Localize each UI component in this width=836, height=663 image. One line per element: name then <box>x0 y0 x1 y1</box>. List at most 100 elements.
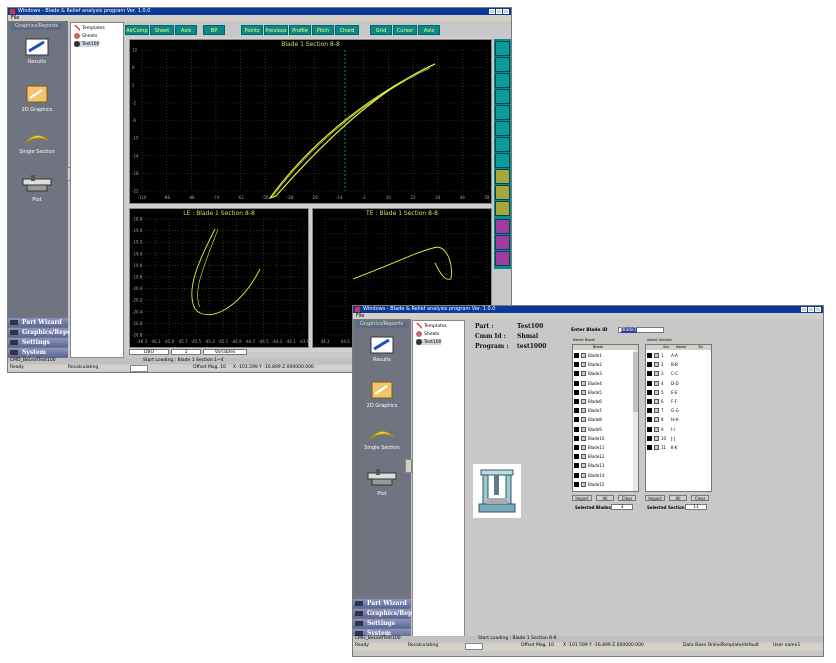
tool-reset-icon[interactable] <box>495 251 510 266</box>
section-row[interactable]: 7 G-G <box>647 406 679 415</box>
close-button[interactable] <box>815 307 821 312</box>
blade-checkbox[interactable] <box>574 426 579 432</box>
blade-row[interactable]: Blade11 <box>574 443 604 452</box>
toolbar-grid-button[interactable]: Grid <box>370 25 392 35</box>
section-checkbox[interactable] <box>647 380 652 386</box>
blade-row[interactable]: Blade6 <box>574 397 602 406</box>
section-import-button[interactable]: Import <box>645 495 665 501</box>
blade-checkbox[interactable] <box>574 380 579 386</box>
tree-item-sheets[interactable]: Sheets <box>74 33 97 39</box>
blade-checkbox[interactable] <box>574 472 579 478</box>
sidebar-bar-graphics-reports[interactable]: Graphics/Reports <box>353 609 426 618</box>
blade-list[interactable]: Blade Blade1 Blade2 Blade3 Blade4 Blade5 Blad… <box>572 344 639 492</box>
section-row[interactable]: 5 E-E <box>647 388 678 397</box>
section-row[interactable]: 3 C-C <box>647 369 678 378</box>
section-row[interactable]: 8 H-H <box>647 415 678 424</box>
section-row[interactable]: 2 B-B <box>647 360 678 369</box>
tool-pan-icon[interactable] <box>495 235 510 250</box>
blade-row[interactable]: Blade4 <box>574 379 602 388</box>
sidebar-item-2d-graphics[interactable]: 2D Graphics <box>358 379 406 409</box>
blade-row[interactable]: Blade9 <box>574 425 602 434</box>
section-row[interactable]: 4 D-D <box>647 379 679 388</box>
blade-checkbox[interactable] <box>574 481 579 487</box>
section-checkbox[interactable] <box>647 417 652 423</box>
section-clear-button[interactable]: Clear <box>691 495 709 501</box>
section-row[interactable]: 1 A-A <box>647 351 678 360</box>
toolbar-sheet-button[interactable]: Sheet <box>150 25 174 35</box>
sidebar-item-single-section[interactable]: Single Section <box>358 425 406 451</box>
blade-row[interactable]: Blade1 <box>574 351 602 360</box>
tree-item-test100[interactable]: Test100 <box>74 41 100 47</box>
toolbar-aircomp-button[interactable]: AirComp <box>125 25 149 35</box>
blade-checkbox[interactable] <box>574 399 579 404</box>
sidebar-collapse-handle[interactable] <box>405 459 412 473</box>
footer-field-variables[interactable]: Variables <box>203 349 247 355</box>
section-all-button[interactable]: All <box>669 495 687 501</box>
tree-item-test100[interactable]: Test100 <box>416 339 442 345</box>
close-button[interactable] <box>503 9 509 14</box>
sidebar-bar-settings[interactable]: Settings <box>8 338 68 347</box>
minimize-button[interactable] <box>801 307 807 312</box>
tool-measure-icon[interactable] <box>495 137 510 152</box>
section-checkbox[interactable] <box>647 362 652 368</box>
blade-checkbox[interactable] <box>574 408 579 414</box>
blade-checkbox[interactable] <box>574 417 579 423</box>
tool-angle-icon[interactable] <box>495 121 510 136</box>
blade-checkbox[interactable] <box>574 353 579 358</box>
sidebar-item-2d-graphics[interactable]: 2D Graphics <box>13 83 61 113</box>
toolbar-points-button[interactable]: Points <box>241 25 263 35</box>
blade-row[interactable]: Blade8 <box>574 415 602 424</box>
sidebar-header[interactable]: Graphics/Reports <box>11 23 62 30</box>
blade-import-button[interactable]: Import <box>572 495 592 501</box>
sidebar-item-results[interactable]: Results <box>358 335 406 363</box>
tool-cross-icon[interactable] <box>495 89 510 104</box>
sidebar-item-plot[interactable]: Plot <box>358 467 406 497</box>
sidebar-bar-part-wizard[interactable]: Part Wizard <box>353 599 411 608</box>
section-row[interactable]: 10 J-J <box>647 434 675 443</box>
enter-blade-input[interactable]: Blade1 <box>618 327 664 333</box>
blade-row[interactable]: Blade14 <box>574 471 604 480</box>
scroll-thumb[interactable] <box>633 352 638 412</box>
sidebar-item-single-section[interactable]: Single Section <box>13 129 61 155</box>
footer-field-index[interactable]: 1 <box>171 349 201 355</box>
sidebar-item-results[interactable]: Results <box>13 37 61 65</box>
blade-checkbox[interactable] <box>574 362 579 368</box>
blade-checkbox[interactable] <box>574 389 579 395</box>
sidebar-bar-part-wizard[interactable]: Part Wizard <box>8 318 68 327</box>
tool-arc-icon[interactable] <box>495 185 510 200</box>
blade-all-button[interactable]: All <box>596 495 614 501</box>
tool-curve-icon[interactable] <box>495 169 510 184</box>
toolbar-profile-button[interactable]: Profile <box>289 25 311 35</box>
minimize-button[interactable] <box>489 9 495 14</box>
section-checkbox[interactable] <box>647 426 652 432</box>
section-row[interactable]: 6 F-F <box>647 397 677 406</box>
section-checkbox[interactable] <box>647 399 652 404</box>
toolbar-chord-button[interactable]: Chord <box>335 25 359 35</box>
section-checkbox[interactable] <box>647 435 652 441</box>
blade-row[interactable]: Blade13 <box>574 461 604 470</box>
sidebar-bar-settings[interactable]: Settings <box>353 619 411 628</box>
main-section-plot[interactable]: Blade 1 Section 8-8 -110 -98 -86 -74 -62 -50-… <box>129 39 492 204</box>
blade-checkbox[interactable] <box>574 435 579 441</box>
blade-row[interactable]: Blade7 <box>574 406 602 415</box>
blade-checkbox[interactable] <box>574 454 579 460</box>
section-list[interactable]: Sec Name Tol 1 A-A 2 B-B 3 C-C 4 D-D 5 E-E 6 F-F 7 G-… <box>645 344 712 492</box>
sidebar-item-plot[interactable]: Plot <box>13 173 61 203</box>
toolbar-cursor-button[interactable]: Cursor <box>393 25 417 35</box>
section-checkbox[interactable] <box>647 389 652 395</box>
tool-zoom-icon[interactable] <box>495 219 510 234</box>
blade-list-scrollbar[interactable] <box>633 350 638 491</box>
blade-row[interactable]: Blade2 <box>574 360 602 369</box>
toolbar-axis2-button[interactable]: Axis <box>418 25 440 35</box>
section-row[interactable]: 11 K-K <box>647 443 677 452</box>
le-section-plot[interactable]: LE : Blade 1 Section 8-8 -46.3 -46.1 -45.9… <box>129 208 309 348</box>
sidebar-header[interactable]: Graphics/Reports <box>356 321 407 328</box>
tree-item-templates[interactable]: Templates <box>74 25 105 31</box>
tree-item-sheets[interactable]: Sheets <box>416 331 439 337</box>
sidebar-bar-system[interactable]: System <box>8 348 68 357</box>
blade-checkbox[interactable] <box>574 371 579 377</box>
blade-checkbox[interactable] <box>574 463 579 469</box>
tree-item-templates[interactable]: Templates <box>416 323 447 329</box>
blade-row[interactable]: Blade12 <box>574 452 604 461</box>
blade-row[interactable]: Blade5 <box>574 388 602 397</box>
